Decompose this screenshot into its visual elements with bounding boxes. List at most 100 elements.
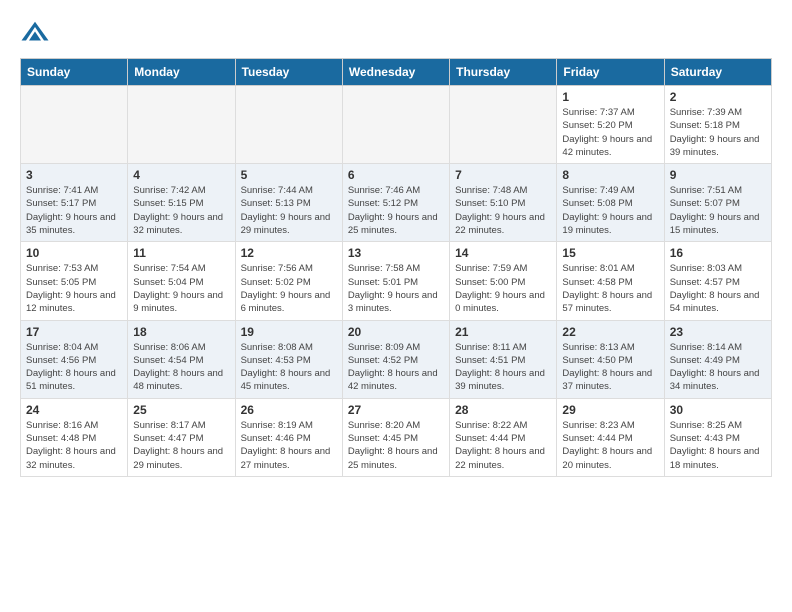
- day-info: Sunrise: 7:59 AM Sunset: 5:00 PM Dayligh…: [455, 262, 551, 315]
- weekday-row: SundayMondayTuesdayWednesdayThursdayFrid…: [21, 59, 772, 86]
- day-number: 19: [241, 325, 337, 339]
- day-number: 7: [455, 168, 551, 182]
- weekday-header-sunday: Sunday: [21, 59, 128, 86]
- calendar-cell: 29 Sunrise: 8:23 AM Sunset: 4:44 PM Dayli…: [557, 398, 664, 476]
- calendar-cell: 26 Sunrise: 8:19 AM Sunset: 4:46 PM Dayli…: [235, 398, 342, 476]
- calendar-cell: 3 Sunrise: 7:41 AM Sunset: 5:17 PM Daylig…: [21, 164, 128, 242]
- calendar-cell: 1 Sunrise: 7:37 AM Sunset: 5:20 PM Daylig…: [557, 86, 664, 164]
- weekday-header-monday: Monday: [128, 59, 235, 86]
- day-info: Sunrise: 8:25 AM Sunset: 4:43 PM Dayligh…: [670, 419, 766, 472]
- calendar-week-4: 17 Sunrise: 8:04 AM Sunset: 4:56 PM Dayli…: [21, 320, 772, 398]
- calendar-week-5: 24 Sunrise: 8:16 AM Sunset: 4:48 PM Dayli…: [21, 398, 772, 476]
- day-number: 1: [562, 90, 658, 104]
- calendar-cell: 30 Sunrise: 8:25 AM Sunset: 4:43 PM Dayli…: [664, 398, 771, 476]
- day-info: Sunrise: 7:46 AM Sunset: 5:12 PM Dayligh…: [348, 184, 444, 237]
- calendar-table: SundayMondayTuesdayWednesdayThursdayFrid…: [20, 58, 772, 477]
- day-info: Sunrise: 8:06 AM Sunset: 4:54 PM Dayligh…: [133, 341, 229, 394]
- day-info: Sunrise: 8:03 AM Sunset: 4:57 PM Dayligh…: [670, 262, 766, 315]
- calendar-cell: 23 Sunrise: 8:14 AM Sunset: 4:49 PM Dayli…: [664, 320, 771, 398]
- day-number: 30: [670, 403, 766, 417]
- day-info: Sunrise: 7:53 AM Sunset: 5:05 PM Dayligh…: [26, 262, 122, 315]
- calendar-week-3: 10 Sunrise: 7:53 AM Sunset: 5:05 PM Dayli…: [21, 242, 772, 320]
- day-info: Sunrise: 8:22 AM Sunset: 4:44 PM Dayligh…: [455, 419, 551, 472]
- calendar-cell: 25 Sunrise: 8:17 AM Sunset: 4:47 PM Dayli…: [128, 398, 235, 476]
- day-info: Sunrise: 8:09 AM Sunset: 4:52 PM Dayligh…: [348, 341, 444, 394]
- calendar-cell: 7 Sunrise: 7:48 AM Sunset: 5:10 PM Daylig…: [450, 164, 557, 242]
- day-info: Sunrise: 8:01 AM Sunset: 4:58 PM Dayligh…: [562, 262, 658, 315]
- day-info: Sunrise: 8:16 AM Sunset: 4:48 PM Dayligh…: [26, 419, 122, 472]
- calendar-week-2: 3 Sunrise: 7:41 AM Sunset: 5:17 PM Daylig…: [21, 164, 772, 242]
- day-number: 14: [455, 246, 551, 260]
- page-header: [0, 0, 792, 58]
- calendar-cell: [342, 86, 449, 164]
- day-info: Sunrise: 7:56 AM Sunset: 5:02 PM Dayligh…: [241, 262, 337, 315]
- day-info: Sunrise: 7:49 AM Sunset: 5:08 PM Dayligh…: [562, 184, 658, 237]
- day-info: Sunrise: 7:37 AM Sunset: 5:20 PM Dayligh…: [562, 106, 658, 159]
- weekday-header-wednesday: Wednesday: [342, 59, 449, 86]
- calendar-cell: 8 Sunrise: 7:49 AM Sunset: 5:08 PM Daylig…: [557, 164, 664, 242]
- day-number: 11: [133, 246, 229, 260]
- calendar-cell: 14 Sunrise: 7:59 AM Sunset: 5:00 PM Dayli…: [450, 242, 557, 320]
- day-info: Sunrise: 7:42 AM Sunset: 5:15 PM Dayligh…: [133, 184, 229, 237]
- day-number: 18: [133, 325, 229, 339]
- day-number: 23: [670, 325, 766, 339]
- calendar-cell: [128, 86, 235, 164]
- calendar-cell: 9 Sunrise: 7:51 AM Sunset: 5:07 PM Daylig…: [664, 164, 771, 242]
- day-info: Sunrise: 8:14 AM Sunset: 4:49 PM Dayligh…: [670, 341, 766, 394]
- day-number: 12: [241, 246, 337, 260]
- day-number: 28: [455, 403, 551, 417]
- day-number: 27: [348, 403, 444, 417]
- calendar-cell: 20 Sunrise: 8:09 AM Sunset: 4:52 PM Dayli…: [342, 320, 449, 398]
- calendar-cell: 27Sunrise: 8:20 AM Sunset: 4:45 PM Dayli…: [342, 398, 449, 476]
- day-info: Sunrise: 8:19 AM Sunset: 4:46 PM Dayligh…: [241, 419, 337, 472]
- day-number: 24: [26, 403, 122, 417]
- day-number: 22: [562, 325, 658, 339]
- calendar-cell: [450, 86, 557, 164]
- day-number: 10: [26, 246, 122, 260]
- day-info: Sunrise: 7:39 AM Sunset: 5:18 PM Dayligh…: [670, 106, 766, 159]
- calendar-cell: 16 Sunrise: 8:03 AM Sunset: 4:57 PM Dayli…: [664, 242, 771, 320]
- calendar-cell: 17 Sunrise: 8:04 AM Sunset: 4:56 PM Dayli…: [21, 320, 128, 398]
- day-number: 9: [670, 168, 766, 182]
- day-info: Sunrise: 8:08 AM Sunset: 4:53 PM Dayligh…: [241, 341, 337, 394]
- day-number: 26: [241, 403, 337, 417]
- logo: [20, 18, 52, 48]
- day-info: Sunrise: 8:17 AM Sunset: 4:47 PM Dayligh…: [133, 419, 229, 472]
- day-number: 20: [348, 325, 444, 339]
- day-info: Sunrise: 7:54 AM Sunset: 5:04 PM Dayligh…: [133, 262, 229, 315]
- calendar-cell: 15Sunrise: 8:01 AM Sunset: 4:58 PM Dayli…: [557, 242, 664, 320]
- calendar-cell: 18 Sunrise: 8:06 AM Sunset: 4:54 PM Dayli…: [128, 320, 235, 398]
- day-number: 6: [348, 168, 444, 182]
- day-number: 17: [26, 325, 122, 339]
- day-info: Sunrise: 8:23 AM Sunset: 4:44 PM Dayligh…: [562, 419, 658, 472]
- calendar-cell: 24 Sunrise: 8:16 AM Sunset: 4:48 PM Dayli…: [21, 398, 128, 476]
- calendar-wrapper: SundayMondayTuesdayWednesdayThursdayFrid…: [0, 58, 792, 487]
- calendar-cell: 11 Sunrise: 7:54 AM Sunset: 5:04 PM Dayli…: [128, 242, 235, 320]
- calendar-cell: 4Sunrise: 7:42 AM Sunset: 5:15 PM Daylig…: [128, 164, 235, 242]
- calendar-cell: 19 Sunrise: 8:08 AM Sunset: 4:53 PM Dayli…: [235, 320, 342, 398]
- weekday-header-saturday: Saturday: [664, 59, 771, 86]
- day-info: Sunrise: 7:41 AM Sunset: 5:17 PM Dayligh…: [26, 184, 122, 237]
- day-number: 8: [562, 168, 658, 182]
- calendar-header: SundayMondayTuesdayWednesdayThursdayFrid…: [21, 59, 772, 86]
- calendar-cell: 22 Sunrise: 8:13 AM Sunset: 4:50 PM Dayli…: [557, 320, 664, 398]
- weekday-header-tuesday: Tuesday: [235, 59, 342, 86]
- calendar-cell: 13Sunrise: 7:58 AM Sunset: 5:01 PM Dayli…: [342, 242, 449, 320]
- calendar-cell: 6 Sunrise: 7:46 AM Sunset: 5:12 PM Daylig…: [342, 164, 449, 242]
- day-number: 25: [133, 403, 229, 417]
- day-number: 2: [670, 90, 766, 104]
- calendar-cell: [235, 86, 342, 164]
- calendar-cell: 5Sunrise: 7:44 AM Sunset: 5:13 PM Daylig…: [235, 164, 342, 242]
- calendar-cell: 2 Sunrise: 7:39 AM Sunset: 5:18 PM Daylig…: [664, 86, 771, 164]
- day-number: 16: [670, 246, 766, 260]
- day-info: Sunrise: 8:13 AM Sunset: 4:50 PM Dayligh…: [562, 341, 658, 394]
- calendar-week-1: 1 Sunrise: 7:37 AM Sunset: 5:20 PM Daylig…: [21, 86, 772, 164]
- day-info: Sunrise: 8:04 AM Sunset: 4:56 PM Dayligh…: [26, 341, 122, 394]
- weekday-header-friday: Friday: [557, 59, 664, 86]
- day-number: 29: [562, 403, 658, 417]
- day-info: Sunrise: 7:51 AM Sunset: 5:07 PM Dayligh…: [670, 184, 766, 237]
- calendar-cell: [21, 86, 128, 164]
- day-info: Sunrise: 8:11 AM Sunset: 4:51 PM Dayligh…: [455, 341, 551, 394]
- day-info: Sunrise: 7:48 AM Sunset: 5:10 PM Dayligh…: [455, 184, 551, 237]
- day-number: 3: [26, 168, 122, 182]
